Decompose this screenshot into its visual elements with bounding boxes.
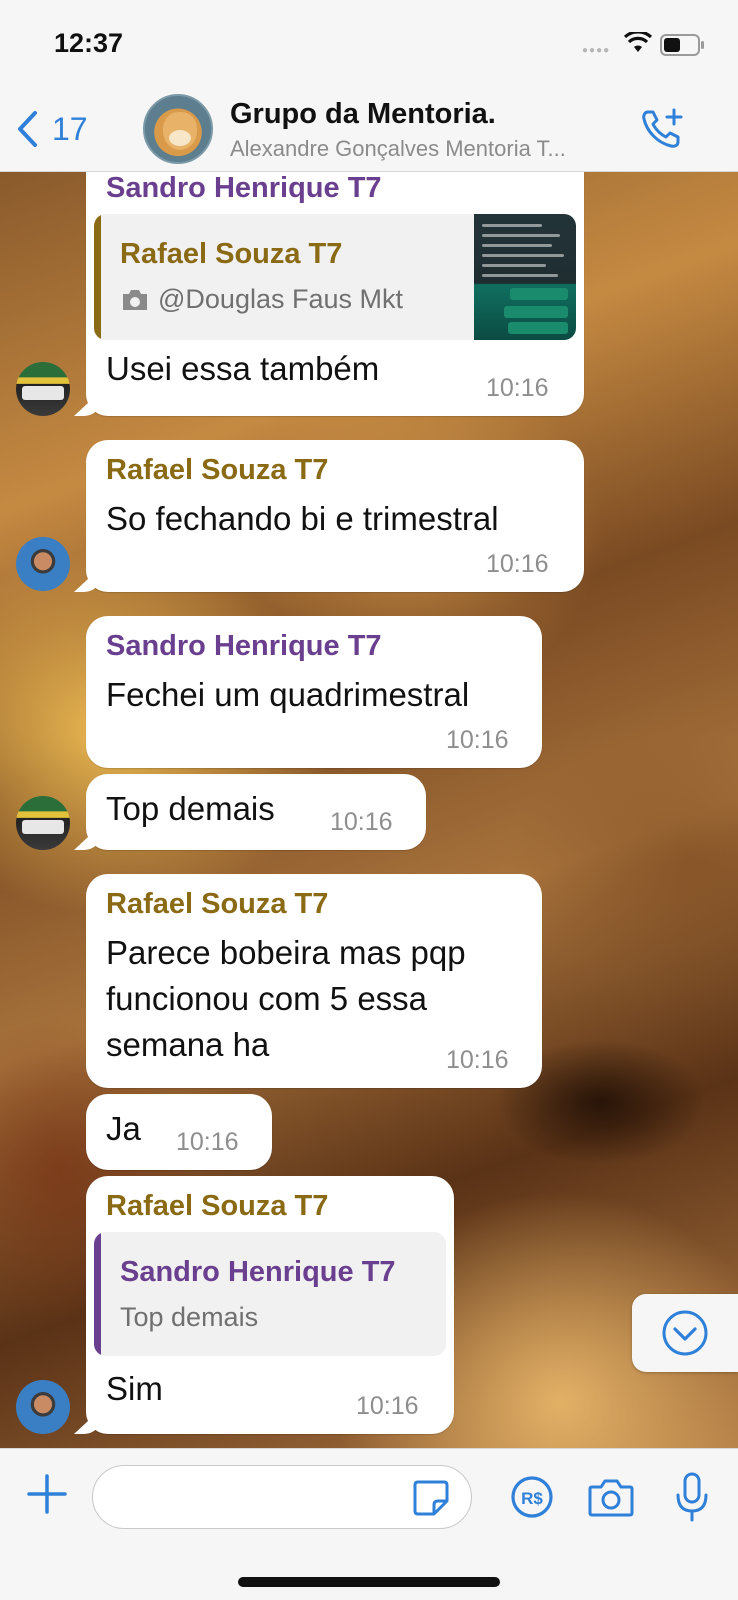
chevron-down-circle-icon <box>662 1310 708 1356</box>
message-bubble[interactable]: Top demais 10:16 <box>86 774 426 850</box>
composer-bar: R$ <box>0 1448 738 1600</box>
message-bubble[interactable]: Ja 10:16 <box>86 1094 272 1170</box>
chevron-left-icon <box>18 111 37 147</box>
svg-text:R$: R$ <box>521 1489 543 1508</box>
message-text: Top demais <box>106 790 275 827</box>
photo-thumbnail[interactable] <box>474 214 576 340</box>
message-text-line: funcionou com 5 essa <box>106 980 428 1017</box>
sender-avatar[interactable] <box>16 1380 70 1434</box>
message-time: 10:16 <box>486 374 549 402</box>
message-text: Fechei um quadrimestral <box>106 676 470 713</box>
message-sender: Rafael Souza T7 <box>106 454 329 486</box>
message-time: 10:16 <box>486 550 549 578</box>
wifi-icon <box>624 32 652 52</box>
message-sender: Sandro Henrique T7 <box>106 172 382 204</box>
message-sender: Sandro Henrique T7 <box>106 630 382 662</box>
microphone-icon[interactable] <box>674 1471 710 1523</box>
pay-brl-icon[interactable]: R$ <box>510 1475 554 1519</box>
message-sender: Rafael Souza T7 <box>106 888 329 920</box>
message-text: Sim <box>106 1370 163 1407</box>
sender-avatar[interactable] <box>16 796 70 850</box>
message-bubble[interactable]: Rafael Souza T7 So fechando bi e trimest… <box>86 440 584 592</box>
message-time: 10:16 <box>176 1128 239 1156</box>
quoted-sender: Sandro Henrique T7 <box>120 1256 396 1288</box>
unread-count: 17 <box>52 110 88 147</box>
message-text: Usei essa também <box>106 350 380 387</box>
quoted-text-row: Top demais <box>120 1302 258 1333</box>
status-time: 12:37 <box>54 28 124 58</box>
message-time: 10:16 <box>356 1392 419 1420</box>
camera-icon[interactable] <box>588 1477 634 1517</box>
quoted-text: Top demais <box>120 1302 259 1332</box>
message-time: 10:16 <box>446 1046 509 1074</box>
signal-icon: ●●●● <box>582 45 611 56</box>
battery-icon <box>660 34 704 56</box>
group-avatar[interactable] <box>143 94 213 164</box>
sender-avatar[interactable] <box>16 362 70 416</box>
quoted-message[interactable]: Sandro Henrique T7 Top demais <box>94 1232 446 1356</box>
back-button[interactable]: 17 <box>16 106 106 152</box>
home-indicator <box>238 1577 500 1587</box>
message-text-line: semana ha <box>106 1026 270 1063</box>
message-time: 10:16 <box>330 808 393 836</box>
message-bubble[interactable]: Sandro Henrique T7 Fechei um quadrimestr… <box>86 616 542 768</box>
group-subtitle[interactable]: Alexandre Gonçalves Mentoria T... <box>230 136 610 162</box>
message-bubble[interactable]: Rafael Souza T7 Parece bobeira mas pqp f… <box>86 874 542 1088</box>
message-input[interactable] <box>113 1478 393 1518</box>
quoted-text: @Douglas Faus Mkt <box>158 284 403 314</box>
scroll-down-button[interactable] <box>632 1294 738 1372</box>
quoted-sender: Rafael Souza T7 <box>120 238 343 270</box>
plus-icon[interactable] <box>26 1473 68 1515</box>
message-bubble[interactable]: Sandro Henrique T7 Rafael Souza T7 @Doug… <box>86 172 584 416</box>
camera-icon <box>123 289 147 310</box>
add-call-icon[interactable] <box>640 106 686 152</box>
message-sender: Rafael Souza T7 <box>106 1190 329 1222</box>
sticker-icon[interactable] <box>412 1479 450 1517</box>
quoted-message[interactable]: Rafael Souza T7 @Douglas Faus Mkt <box>94 214 576 340</box>
chat-header: 17 Grupo da Mentoria. Alexandre Gonçalve… <box>0 86 738 172</box>
message-text: Ja <box>106 1110 141 1147</box>
sender-avatar[interactable] <box>16 537 70 591</box>
message-text: So fechando bi e trimestral <box>106 500 499 537</box>
group-title[interactable]: Grupo da Mentoria. <box>230 98 496 131</box>
message-text-line: Parece bobeira mas pqp <box>106 934 466 971</box>
status-bar: 12:37 ●●●● <box>0 0 738 86</box>
message-time: 10:16 <box>446 726 509 754</box>
message-bubble[interactable]: Rafael Souza T7 Sandro Henrique T7 Top d… <box>86 1176 454 1434</box>
quoted-text-row: @Douglas Faus Mkt <box>120 284 403 315</box>
